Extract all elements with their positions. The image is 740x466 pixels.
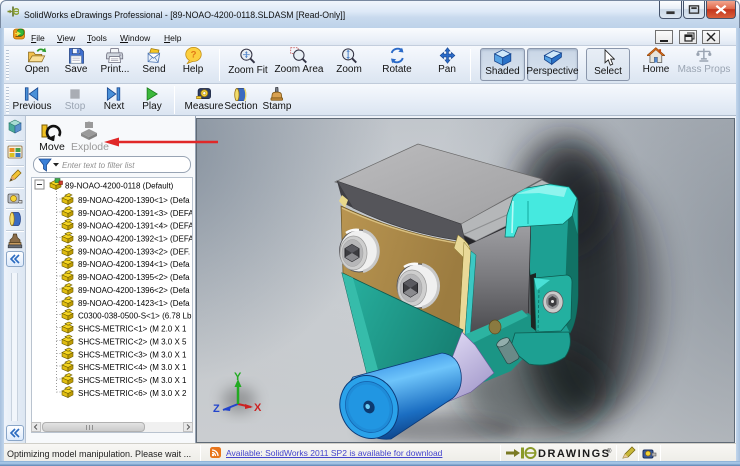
svg-text:C0300-038-0500-S<1> (6.78 Lb: C0300-038-0500-S<1> (6.78 Lb <box>78 312 192 321</box>
svg-text:89-NOAO-4200-1391<4> (DEFA: 89-NOAO-4200-1391<4> (DEFA <box>78 222 192 231</box>
svg-text:89-NOAO-4200-1394<1> (Defa: 89-NOAO-4200-1394<1> (Defa <box>78 260 190 269</box>
svg-text:89-NOAO-4200-1391<3> (DEFA: 89-NOAO-4200-1391<3> (DEFA <box>78 209 192 218</box>
svg-text:SHCS-METRIC<5> (M 3.0 X 1: SHCS-METRIC<5> (M 3.0 X 1 <box>78 376 187 385</box>
svg-text:®: ® <box>607 448 612 455</box>
svg-text:89-NOAO-4200-1396<2> (Defa: 89-NOAO-4200-1396<2> (Defa <box>78 286 190 295</box>
svg-text:89-NOAO-4200-1393<2> (DEF.: 89-NOAO-4200-1393<2> (DEF. <box>78 248 190 257</box>
svg-text:89-NOAO-4200-0118 (Default): 89-NOAO-4200-0118 (Default) <box>65 182 174 191</box>
svg-text:89-NOAO-4200-1392<1> (DEFA: 89-NOAO-4200-1392<1> (DEFA <box>78 235 192 244</box>
svg-text:89-NOAO-4200-1423<1> (Defa: 89-NOAO-4200-1423<1> (Defa <box>78 299 190 308</box>
svg-text:SHCS-METRIC<4> (M 3.0 X 1: SHCS-METRIC<4> (M 3.0 X 1 <box>78 363 187 372</box>
svg-text:SHCS-METRIC<1> (M 2.0 X 1: SHCS-METRIC<1> (M 2.0 X 1 <box>78 325 187 334</box>
svg-text:DRAWINGS: DRAWINGS <box>538 448 611 459</box>
svg-text:?: ? <box>190 50 196 61</box>
svg-text:SHCS-METRIC<6> (M 3.0 X 2: SHCS-METRIC<6> (M 3.0 X 2 <box>78 389 187 398</box>
svg-text:Y: Y <box>234 371 242 383</box>
svg-text:SHCS-METRIC<3> (M 3.0 X 1: SHCS-METRIC<3> (M 3.0 X 1 <box>78 351 187 360</box>
svg-text:89-NOAO-4200-1395<2> (Defa: 89-NOAO-4200-1395<2> (Defa <box>78 273 190 282</box>
svg-text:89-NOAO-4200-1390<1> (Defa: 89-NOAO-4200-1390<1> (Defa <box>78 196 190 205</box>
svg-text:X: X <box>254 402 262 414</box>
svg-text:Z: Z <box>213 403 220 415</box>
svg-text:SHCS-METRIC<2> (M 3.0 X 5: SHCS-METRIC<2> (M 3.0 X 5 <box>78 338 187 347</box>
